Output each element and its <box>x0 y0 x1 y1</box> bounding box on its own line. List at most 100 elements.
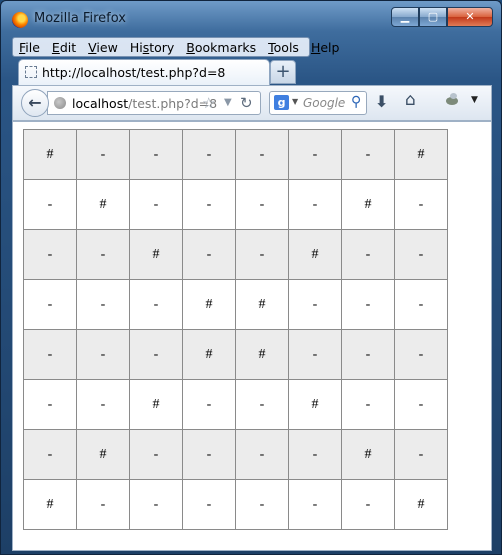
table-cell: - <box>23 229 77 280</box>
table-cell: # <box>341 179 395 230</box>
tab-label: http://localhost/test.php?d=8 <box>42 65 226 80</box>
table-cell: - <box>235 429 289 480</box>
menu-bookmarks[interactable]: Bookmarks <box>186 40 256 55</box>
menu-view[interactable]: View <box>88 40 118 55</box>
table-cell: - <box>288 279 342 330</box>
table-cell: - <box>76 279 130 330</box>
table-cell: - <box>341 279 395 330</box>
table-cell: - <box>23 279 77 330</box>
menu-tools[interactable]: Tools <box>268 40 299 55</box>
search-input[interactable]: Google <box>303 96 345 110</box>
menu-help[interactable]: Help <box>311 40 340 55</box>
table-row: - - # - - # - - <box>23 379 448 430</box>
table-row: - - - # # - - - <box>23 279 448 330</box>
reload-icon[interactable]: ↻ <box>240 94 253 112</box>
firefox-window: Mozilla Firefox ▁ ▢ ✕ File Edit View His… <box>0 0 502 555</box>
table-cell: - <box>76 329 130 380</box>
table-cell: - <box>341 229 395 280</box>
table-cell: - <box>129 479 183 530</box>
table-cell: - <box>394 329 448 380</box>
url-text[interactable]: localhost/test.php?d=8 <box>72 96 217 111</box>
table-cell: - <box>182 129 236 180</box>
table-cell: # <box>288 379 342 430</box>
maximize-button[interactable]: ▢ <box>419 7 447 27</box>
table-cell: # <box>182 329 236 380</box>
close-button[interactable]: ✕ <box>447 7 493 27</box>
table-cell: - <box>76 129 130 180</box>
table-cell: - <box>394 179 448 230</box>
menu-history[interactable]: History <box>130 40 174 55</box>
table-cell: # <box>182 279 236 330</box>
table-row: - - # - - # - - <box>23 229 448 280</box>
table-cell: # <box>76 179 130 230</box>
table-cell: - <box>76 379 130 430</box>
new-tab-button[interactable]: + <box>270 60 296 84</box>
table-cell: - <box>23 429 77 480</box>
table-cell: # <box>76 429 130 480</box>
firefox-logo-icon <box>12 12 28 28</box>
table-cell: # <box>341 429 395 480</box>
table-cell: - <box>394 429 448 480</box>
table-cell: - <box>341 379 395 430</box>
url-dropdown-icon[interactable]: ▼ <box>224 97 232 108</box>
title-bar[interactable]: Mozilla Firefox ▁ ▢ ✕ <box>1 1 501 37</box>
search-engine-dropdown-icon[interactable]: ▼ <box>292 97 298 106</box>
globe-icon[interactable] <box>54 97 66 109</box>
bookmark-star-icon[interactable]: ☆ <box>202 94 215 112</box>
downloads-icon[interactable]: ⬇ <box>375 92 388 111</box>
table-cell: - <box>235 379 289 430</box>
table-cell: - <box>129 179 183 230</box>
table-cell: # <box>129 379 183 430</box>
table-cell: - <box>182 429 236 480</box>
table-row: # - - - - - - # <box>23 129 448 180</box>
navigation-toolbar: localhost/test.php?d=8 ☆ ▼ ↻ ← g ▼ Googl… <box>12 85 492 121</box>
table-cell: - <box>182 179 236 230</box>
tab-active[interactable]: http://localhost/test.php?d=8 <box>18 59 270 85</box>
page-content: # - - - - - - # - # - - - - # - - - # - - # - - - - - # # - - - - - - # # - - -… <box>12 121 492 551</box>
home-icon[interactable]: ⌂ <box>405 90 416 110</box>
page-favicon-icon <box>25 66 37 78</box>
table-cell: - <box>288 429 342 480</box>
table-cell: - <box>129 329 183 380</box>
menu-edit[interactable]: Edit <box>52 40 76 55</box>
table-cell: - <box>182 479 236 530</box>
table-cell: - <box>288 179 342 230</box>
table-cell: # <box>394 479 448 530</box>
table-cell: - <box>129 429 183 480</box>
search-bar[interactable]: g ▼ Google ⚲ <box>269 91 367 115</box>
minimize-button[interactable]: ▁ <box>391 7 419 27</box>
toolbar-menu-icon[interactable]: ▼ <box>471 95 478 105</box>
table-cell: - <box>394 279 448 330</box>
table-cell: - <box>288 329 342 380</box>
table-cell: - <box>235 129 289 180</box>
table-cell: # <box>394 129 448 180</box>
table-cell: - <box>235 479 289 530</box>
table-cell: - <box>23 329 77 380</box>
caption-buttons: ▁ ▢ ✕ <box>391 7 493 27</box>
table-row: # - - - - - - # <box>23 479 448 530</box>
table-cell: - <box>129 279 183 330</box>
table-cell: - <box>288 129 342 180</box>
table-cell: - <box>341 129 395 180</box>
table-cell: - <box>76 229 130 280</box>
menu-file[interactable]: File <box>19 40 40 55</box>
table-cell: # <box>23 129 77 180</box>
table-cell: - <box>341 329 395 380</box>
url-bar[interactable]: localhost/test.php?d=8 ☆ ▼ ↻ <box>47 91 261 115</box>
menu-bar: File Edit View History Bookmarks Tools H… <box>12 37 339 57</box>
table-cell: - <box>394 229 448 280</box>
table-cell: - <box>235 179 289 230</box>
table-cell: - <box>394 379 448 430</box>
table-cell: - <box>235 229 289 280</box>
table-cell: - <box>23 379 77 430</box>
table-cell: - <box>129 129 183 180</box>
addon-icon[interactable] <box>443 93 459 107</box>
tab-strip: http://localhost/test.php?d=8 + <box>12 59 498 85</box>
google-icon[interactable]: g <box>274 95 289 110</box>
back-button[interactable]: ← <box>21 89 49 117</box>
table-cell: # <box>129 229 183 280</box>
table-cell: - <box>182 379 236 430</box>
table-cell: # <box>23 479 77 530</box>
table-cell: # <box>235 329 289 380</box>
search-icon[interactable]: ⚲ <box>351 94 361 110</box>
